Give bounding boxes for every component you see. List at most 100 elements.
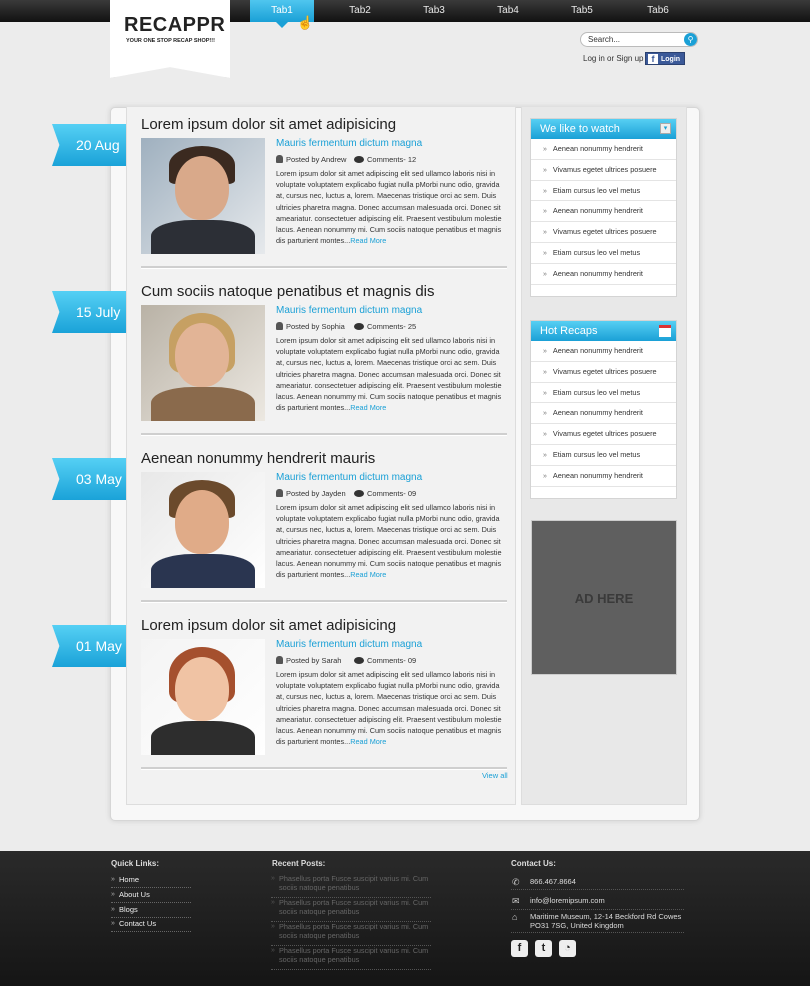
date-ribbon: 01 May: [52, 625, 126, 667]
post-title[interactable]: Cum sociis natoque penatibus et magnis d…: [141, 283, 507, 303]
phone-text: 866.467.8664: [530, 877, 576, 886]
post-subtitle[interactable]: Mauris fermentum dictum magna: [276, 472, 422, 483]
post-photo[interactable]: [141, 305, 265, 421]
double-chevron-icon: »: [543, 208, 547, 216]
logo[interactable]: RECAPPR YOUR ONE STOP RECAP SHOP!!!: [110, 0, 230, 78]
recent-post-label: Phasellus porta Fusce suscipit varius mi…: [279, 922, 429, 940]
widget-title: We like to watch: [540, 123, 620, 135]
tab-5[interactable]: Tab5: [550, 0, 614, 22]
recent-posts-heading: Recent Posts:: [272, 859, 326, 868]
facebook-login-button[interactable]: f Login: [645, 52, 685, 65]
login-signup-link[interactable]: Log in or Sign up: [583, 54, 644, 63]
post-author: Posted by Sarah: [286, 656, 342, 665]
list-item-label: Vivamus egetet ultrices posuere: [552, 164, 657, 174]
post-comments[interactable]: Comments- 25: [367, 322, 416, 331]
post-author: Posted by Jayden: [286, 489, 346, 498]
post-author: Posted by Andrew: [286, 155, 347, 164]
twitter-icon[interactable]: t: [535, 940, 552, 957]
list-item-label: Aenean nonummy hendrerit: [552, 206, 643, 216]
recent-post-link[interactable]: » Phasellus porta Fusce suscipit varius m…: [271, 874, 431, 898]
list-item[interactable]: » Vivamus egetet ultrices posuere: [531, 222, 676, 243]
post-subtitle[interactable]: Mauris fermentum dictum magna: [276, 639, 422, 650]
widget-header: We like to watch ▾: [531, 119, 676, 139]
tab-4[interactable]: Tab4: [476, 0, 540, 22]
recent-post-link[interactable]: » Phasellus porta Fusce suscipit varius m…: [271, 946, 431, 970]
footer-link-label: About Us: [119, 890, 150, 899]
read-more-link[interactable]: Read More: [350, 737, 386, 746]
view-all-link[interactable]: View all: [482, 771, 508, 780]
footer-link-blogs[interactable]: » Blogs: [111, 903, 191, 918]
tab-2[interactable]: Tab2: [328, 0, 392, 22]
contact-phone: ✆ 866.467.8664: [511, 877, 684, 890]
list-item[interactable]: » Aenean nonummy hendrerit: [531, 341, 676, 362]
recent-post-link[interactable]: » Phasellus porta Fusce suscipit varius m…: [271, 922, 431, 946]
calendar-icon[interactable]: [659, 325, 671, 337]
list-item-label: Aenean nonummy hendrerit: [552, 408, 643, 418]
list-item[interactable]: » Aenean nonummy hendrerit: [531, 264, 676, 285]
post-title[interactable]: Aenean nonummy hendrerit mauris: [141, 450, 507, 470]
search-icon[interactable]: ⚲: [684, 33, 697, 46]
post-comments[interactable]: Comments- 12: [367, 155, 416, 164]
list-item[interactable]: » Vivamus egetet ultrices posuere: [531, 424, 676, 445]
list-item[interactable]: » Aenean nonummy hendrerit: [531, 403, 676, 425]
footer-link-home[interactable]: » Home: [111, 873, 191, 888]
facebook-icon[interactable]: f: [511, 940, 528, 957]
post-subtitle[interactable]: Mauris fermentum dictum magna: [276, 305, 422, 316]
widget-title: Hot Recaps: [540, 325, 598, 337]
comment-icon: [354, 323, 364, 330]
post-comments[interactable]: Comments- 09: [367, 489, 416, 498]
post-photo[interactable]: [141, 138, 265, 254]
list-item[interactable]: » Vivamus egetet ultrices posuere: [531, 160, 676, 181]
double-chevron-icon: »: [543, 348, 547, 355]
list-item-label: Aenean nonummy hendrerit: [552, 346, 643, 355]
footer-link-label: Contact Us: [119, 919, 157, 928]
double-chevron-icon: »: [543, 431, 547, 439]
post-photo[interactable]: [141, 639, 265, 755]
post-excerpt: Lorem ipsum dolor sit amet adipiscing el…: [276, 503, 502, 580]
post-excerpt: Lorem ipsum dolor sit amet adipiscing el…: [276, 336, 502, 413]
post-meta: Posted by Sophia Comments- 25: [276, 322, 506, 332]
post-subtitle[interactable]: Mauris fermentum dictum magna: [276, 138, 422, 149]
list-item[interactable]: » Etiam cursus leo vel metus: [531, 181, 676, 202]
double-chevron-icon: »: [271, 899, 275, 906]
tab-6[interactable]: Tab6: [626, 0, 690, 22]
dropdown-icon[interactable]: ▾: [660, 123, 671, 134]
logo-title: RECAPPR: [124, 14, 226, 36]
contact-heading: Contact Us:: [511, 859, 556, 868]
list-item[interactable]: » Etiam cursus leo vel metus: [531, 383, 676, 404]
double-chevron-icon: »: [543, 472, 547, 480]
double-chevron-icon: »: [111, 906, 115, 913]
list-item[interactable]: » Etiam cursus leo vel metus: [531, 445, 676, 466]
search-input[interactable]: Search...: [580, 32, 698, 47]
double-chevron-icon: »: [543, 187, 547, 195]
list-item[interactable]: » Aenean nonummy hendrerit: [531, 466, 676, 487]
read-more-link[interactable]: Read More: [350, 236, 386, 245]
footer-link-contact[interactable]: » Contact Us: [111, 917, 191, 932]
post-body-text: Lorem ipsum dolor sit amet adipiscing el…: [276, 670, 502, 747]
post-divider: [141, 767, 507, 770]
list-item-label: Etiam cursus leo vel metus: [552, 185, 641, 195]
list-item-label: Vivamus egetet ultrices posuere: [552, 366, 657, 376]
post-title[interactable]: Lorem ipsum dolor sit amet adipisicing: [141, 617, 507, 637]
double-chevron-icon: »: [271, 923, 275, 930]
post-photo[interactable]: [141, 472, 265, 588]
logo-tagline: YOUR ONE STOP RECAP SHOP!!!: [126, 38, 215, 44]
address-text: Maritime Museum, 12-14 Beckford Rd Cowes…: [530, 912, 682, 930]
read-more-link[interactable]: Read More: [350, 570, 386, 579]
tab-3[interactable]: Tab3: [402, 0, 466, 22]
read-more-link[interactable]: Read More: [350, 403, 386, 412]
date-ribbon: 20 Aug: [52, 124, 126, 166]
list-item[interactable]: » Vivamus egetet ultrices posuere: [531, 362, 676, 383]
post-title[interactable]: Lorem ipsum dolor sit amet adipisicing: [141, 116, 507, 136]
contact-email[interactable]: ✉ info@loremipsum.com: [511, 896, 684, 910]
list-item[interactable]: » Aenean nonummy hendrerit: [531, 139, 676, 160]
footer-link-about[interactable]: » About Us: [111, 888, 191, 903]
list-item[interactable]: » Etiam cursus leo vel metus: [531, 243, 676, 264]
post-comments[interactable]: Comments- 09: [367, 656, 416, 665]
ad-placeholder[interactable]: AD HERE: [531, 520, 677, 675]
recent-post-link[interactable]: » Phasellus porta Fusce suscipit varius m…: [271, 898, 431, 922]
list-item[interactable]: » Aenean nonummy hendrerit: [531, 201, 676, 223]
post-meta: Posted by Jayden Comments- 09: [276, 489, 506, 499]
post-excerpt: Lorem ipsum dolor sit amet adipiscing el…: [276, 670, 502, 747]
rss-icon[interactable]: ◔: [559, 940, 576, 957]
